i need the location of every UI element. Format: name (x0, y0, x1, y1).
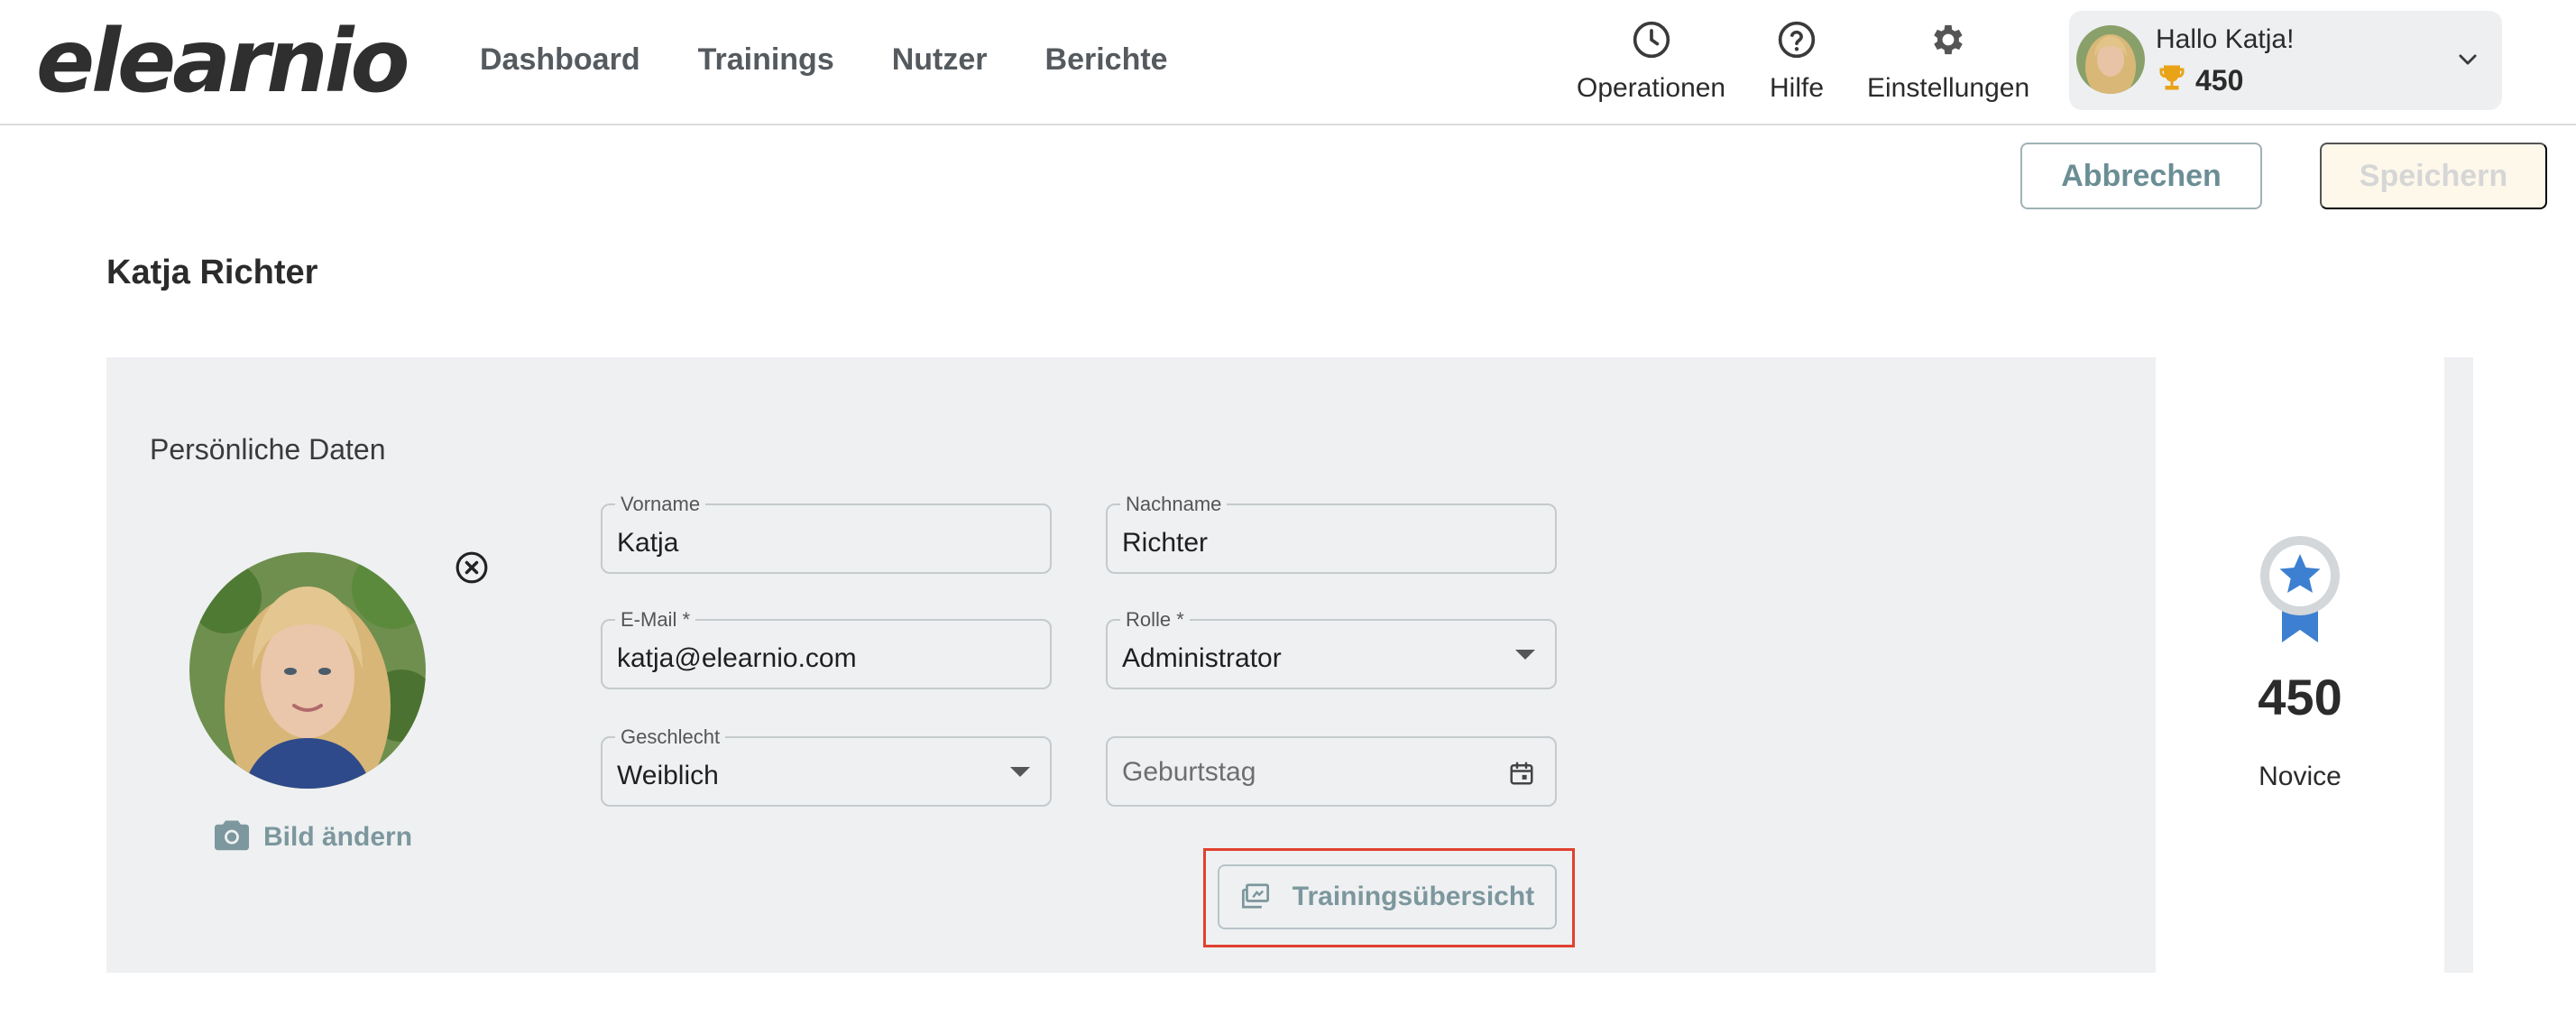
side-scroll-strip (2444, 357, 2473, 973)
last-name-field[interactable]: Nachname Richter (1106, 493, 1557, 574)
main-nav: Dashboard Trainings Nutzer Berichte (480, 40, 1168, 79)
calendar-icon[interactable] (1508, 760, 1535, 791)
last-name-value: Richter (1122, 528, 1209, 558)
avatar (2076, 25, 2145, 94)
help-label: Hilfe (1770, 73, 1825, 103)
first-name-label: Vorname (615, 493, 706, 516)
birthday-field[interactable]: Geburtstag (1106, 736, 1557, 807)
badge-level: Novice (2259, 762, 2341, 791)
user-greeting: Hallo Katja! (2156, 24, 2295, 54)
badge-points: 450 (2258, 669, 2342, 725)
nav-reports[interactable]: Berichte (1045, 40, 1168, 79)
elearnio-logo[interactable]: elearnio (36, 16, 409, 106)
gender-select[interactable]: Geschlecht Weiblich (601, 725, 1052, 807)
user-menu[interactable]: Hallo Katja! 450 (2069, 11, 2502, 110)
nav-trainings[interactable]: Trainings (698, 40, 834, 79)
chevron-down-icon[interactable] (2455, 47, 2480, 77)
role-select[interactable]: Rolle * Administrator (1106, 608, 1557, 689)
email-field[interactable]: E-Mail * katja@elearnio.com (601, 608, 1052, 689)
first-name-value: Katja (617, 528, 679, 558)
help-circle-icon (1775, 18, 1818, 61)
first-name-field[interactable]: Vorname Katja (601, 493, 1052, 574)
gender-value: Weiblich (617, 761, 719, 790)
operations-label: Operationen (1577, 73, 1726, 103)
birthday-placeholder: Geburtstag (1122, 757, 1256, 787)
training-screen-icon (1240, 882, 1271, 912)
operations-button[interactable]: Operationen (1577, 18, 1725, 105)
gender-label: Geschlecht (615, 725, 726, 749)
dropdown-caret-icon[interactable] (1010, 767, 1030, 777)
camera-icon (213, 817, 251, 856)
badge-star-icon (2257, 532, 2343, 644)
change-photo-label: Bild ändern (263, 821, 413, 852)
settings-label: Einstellungen (1867, 73, 2030, 103)
clock-icon (1630, 18, 1673, 61)
last-name-label: Nachname (1120, 493, 1228, 516)
dropdown-caret-icon[interactable] (1515, 650, 1535, 660)
cancel-button[interactable]: Abbrechen (2020, 143, 2262, 209)
gear-icon (1927, 18, 1970, 61)
section-title: Persönliche Daten (150, 433, 386, 466)
top-header: elearnio Dashboard Trainings Nutzer Beri… (0, 0, 2576, 125)
nav-users[interactable]: Nutzer (892, 40, 988, 79)
save-button[interactable]: Speichern (2320, 143, 2547, 209)
training-overview-label: Trainingsübersicht (1292, 882, 1535, 911)
email-value: katja@elearnio.com (617, 643, 857, 673)
remove-photo-icon[interactable] (455, 550, 489, 585)
settings-button[interactable]: Einstellungen (1867, 18, 2029, 105)
help-button[interactable]: Hilfe (1770, 18, 1824, 105)
page-title: Katja Richter (106, 254, 318, 291)
role-label: Rolle * (1120, 608, 1190, 632)
role-value: Administrator (1122, 643, 1282, 673)
nav-dashboard[interactable]: Dashboard (480, 40, 640, 79)
profile-photo (189, 552, 426, 789)
training-overview-button[interactable]: Trainingsübersicht (1218, 864, 1557, 929)
email-label: E-Mail * (615, 608, 696, 632)
user-points-row: 450 (2156, 61, 2243, 98)
trophy-icon (2156, 61, 2188, 98)
change-photo-button[interactable]: Bild ändern (213, 817, 412, 856)
user-points: 450 (2195, 63, 2244, 97)
